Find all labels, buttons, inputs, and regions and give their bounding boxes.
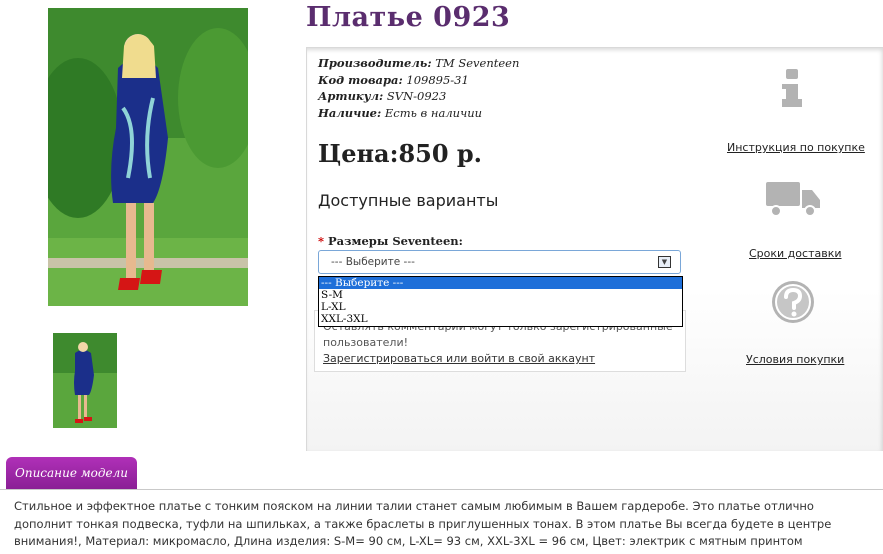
size-label-text: Размеры Seventeen: <box>328 234 463 248</box>
manufacturer-value: TM Seventeen <box>431 56 520 70</box>
size-option[interactable]: L-XL <box>319 301 682 313</box>
product-title: Платье 0923 <box>306 2 511 33</box>
thumbnail-illustration <box>53 333 117 428</box>
size-label: * Размеры Seventeen: <box>318 234 463 248</box>
manufacturer-label: Производитель: <box>318 56 432 70</box>
size-option[interactable]: --- Выберите --- <box>319 277 682 289</box>
variants-heading: Доступные варианты <box>318 191 499 210</box>
product-description: Стильное и эффектное платье с тонким поя… <box>14 499 832 548</box>
manufacturer-row: Производитель: TM Seventeen <box>318 55 519 72</box>
availability-row: Наличие: Есть в наличии <box>318 105 519 122</box>
availability-label: Наличие: <box>318 105 382 120</box>
product-code-label: Код товара: <box>318 72 403 87</box>
purchase-instructions-link[interactable]: Инструкция по покупке <box>727 141 865 154</box>
sku-row: Артикул: SVN-0923 <box>318 88 519 105</box>
tab-description[interactable]: Описание модели <box>6 457 137 489</box>
product-main-image[interactable] <box>48 8 248 306</box>
product-photo-illustration <box>48 8 248 306</box>
product-info-list: Производитель: TM Seventeen Код товара: … <box>318 55 519 121</box>
size-select-value: --- Выберите --- <box>331 256 415 268</box>
purchase-conditions-link[interactable]: Условия покупки <box>746 353 844 366</box>
chevron-down-icon[interactable]: ▼ <box>658 256 671 268</box>
product-price: Цена:850 р. <box>318 139 483 168</box>
comment-notice-line2: пользователи! <box>323 336 409 349</box>
question-icon[interactable] <box>771 280 815 324</box>
required-marker: * <box>318 234 325 248</box>
truck-icon[interactable] <box>766 178 820 218</box>
product-code-value: 109895-31 <box>402 72 469 87</box>
register-login-link[interactable]: Зарегистрироваться или войти в свой акка… <box>323 352 595 365</box>
size-option[interactable]: S-M <box>319 289 682 301</box>
size-dropdown-list[interactable]: --- Выберите --- S-M L-XL XXL-3XL <box>318 276 683 327</box>
sku-label: Артикул: <box>318 89 384 103</box>
delivery-terms-link[interactable]: Сроки доставки <box>749 247 842 260</box>
info-icon[interactable] <box>780 69 804 109</box>
availability-value: Есть в наличии <box>381 105 483 120</box>
product-thumbnail[interactable] <box>53 333 117 428</box>
size-option[interactable]: XXL-3XL <box>319 313 682 325</box>
product-code-row: Код товара: 109895-31 <box>318 72 519 89</box>
size-select[interactable]: --- Выберите --- ▼ <box>318 250 681 274</box>
sku-value: SVN-0923 <box>383 89 447 103</box>
